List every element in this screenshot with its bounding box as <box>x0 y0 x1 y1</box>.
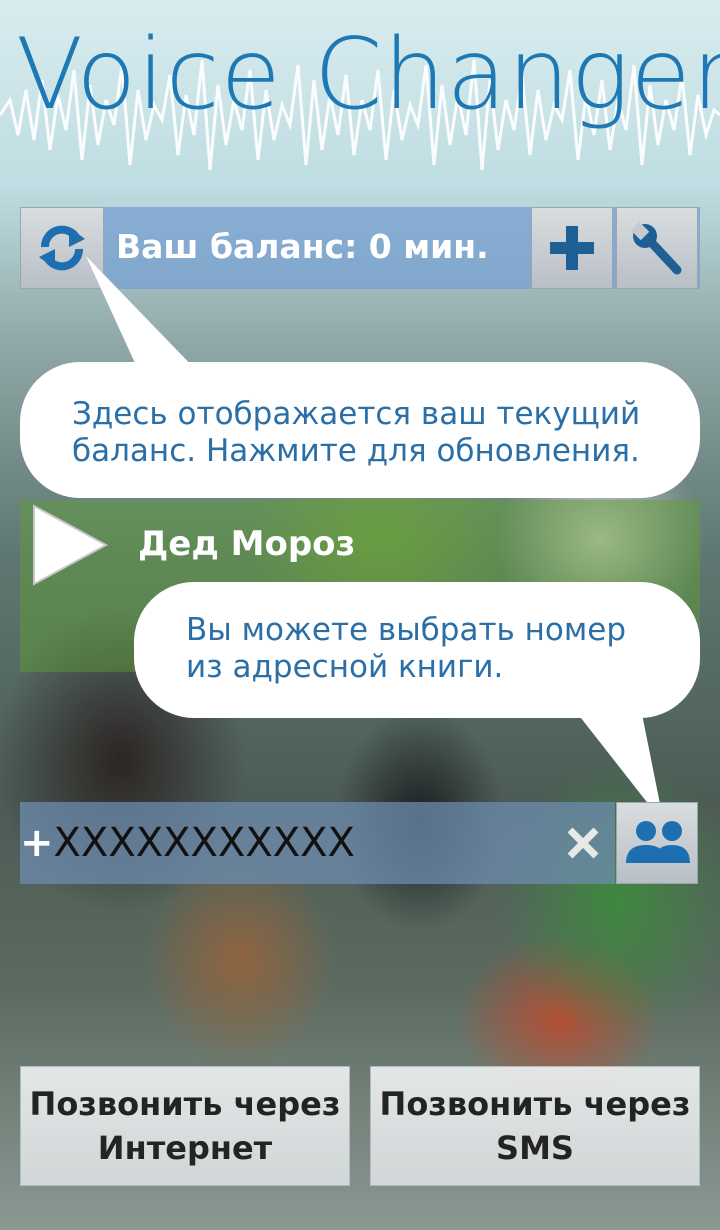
balance-hint-tail <box>86 256 200 374</box>
settings-button[interactable] <box>616 207 698 289</box>
close-icon <box>567 827 599 859</box>
call-internet-label-line1: Позвонить через <box>29 1085 341 1123</box>
call-via-internet-button[interactable]: Позвонить через Интернет <box>20 1066 350 1186</box>
clear-number-button[interactable] <box>560 817 606 869</box>
call-sms-label-line2: SMS <box>496 1129 574 1167</box>
contacts-button[interactable] <box>616 802 698 884</box>
phone-number-value: XXXXXXXXXXX <box>53 820 355 866</box>
play-icon <box>33 504 109 586</box>
contacts-hint-callout[interactable]: Вы можете выбрать номер из адресной книг… <box>134 582 700 718</box>
phone-prefix: + <box>20 820 54 866</box>
wrench-icon <box>630 221 682 275</box>
call-internet-label-line2: Интернет <box>97 1129 273 1167</box>
call-sms-label-line1: Позвонить через <box>379 1085 691 1123</box>
phone-number-input[interactable]: +XXXXXXXXXXX <box>20 802 560 884</box>
balance-hint-callout[interactable]: Здесь отображается ваш текущий баланс. Н… <box>20 362 700 498</box>
contacts-icon <box>626 821 690 863</box>
selected-voice-name[interactable]: Дед Мороз <box>138 524 355 564</box>
add-balance-button[interactable] <box>531 207 613 289</box>
balance-hint-text: Здесь отображается ваш текущий баланс. Н… <box>72 396 641 469</box>
app-title: Voice Changer <box>16 18 720 132</box>
play-voice-button[interactable] <box>30 500 110 590</box>
contacts-hint-text: Вы можете выбрать номер из адресной книг… <box>186 612 627 685</box>
call-via-sms-button[interactable]: Позвонить через SMS <box>370 1066 700 1186</box>
plus-icon <box>550 226 594 270</box>
